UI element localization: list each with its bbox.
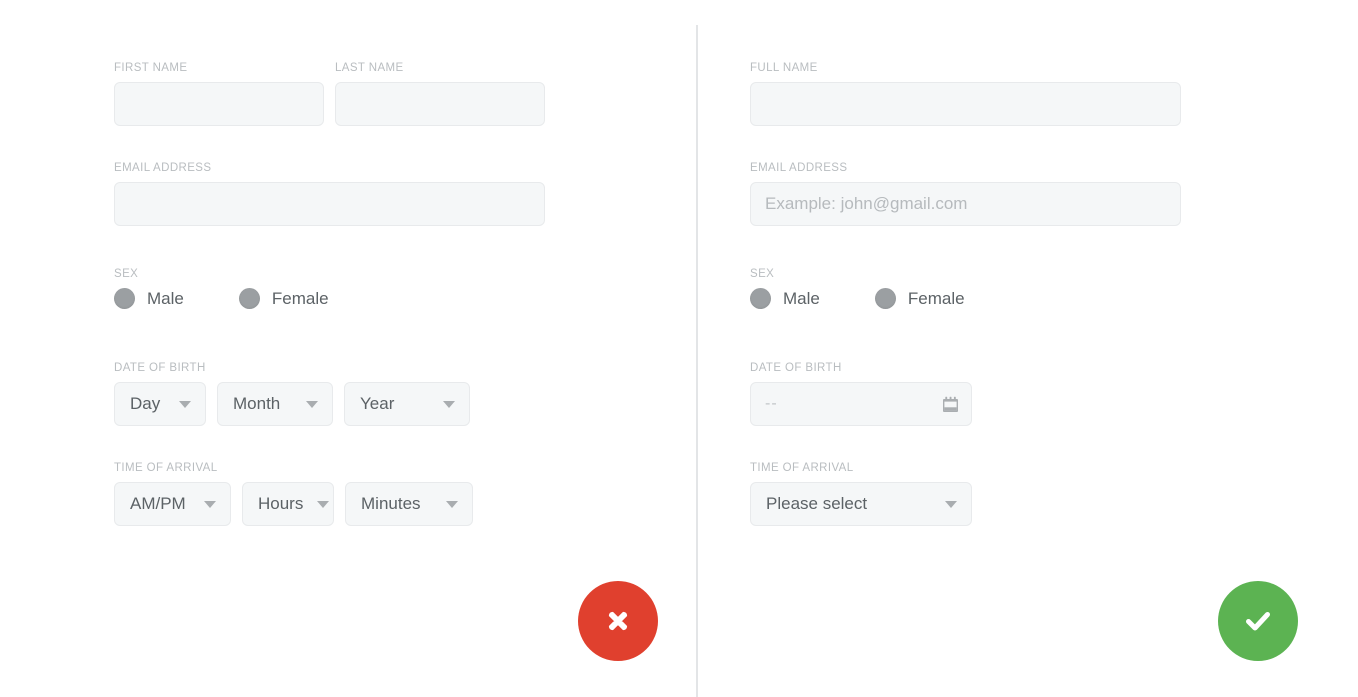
- sex-radio-female-label: Female: [271, 288, 329, 308]
- dob-year-select[interactable]: Year: [344, 382, 470, 426]
- right-email-field: EMAIL ADDRESS: [750, 162, 1181, 226]
- chevron-down-icon: [204, 500, 216, 508]
- dob-placeholder: --: [765, 395, 778, 412]
- arrival-ampm-value: AM/PM: [130, 494, 186, 513]
- form-comparison-stage: FIRST NAME LAST NAME EMAIL ADDRESS SEX M…: [0, 0, 1358, 697]
- arrival-hours-value: Hours: [258, 494, 304, 513]
- sex-radio-male-label: Male: [783, 288, 820, 308]
- sex-radio-group: Male Female: [114, 288, 384, 309]
- right-dob-field: DATE OF BIRTH --: [750, 362, 972, 426]
- right-full-name-field: FULL NAME: [750, 62, 1181, 126]
- dob-month-select[interactable]: Month: [217, 382, 333, 426]
- vertical-divider: [696, 25, 698, 697]
- arrival-hours-select[interactable]: Hours: [242, 482, 334, 526]
- arrival-minutes-value: Minutes: [361, 494, 421, 513]
- chevron-down-icon: [306, 400, 318, 408]
- dob-label: DATE OF BIRTH: [750, 362, 842, 374]
- email-input[interactable]: [114, 182, 545, 226]
- sex-radio-male[interactable]: Male: [114, 288, 184, 309]
- last-name-label: LAST NAME: [335, 62, 404, 74]
- email-label: EMAIL ADDRESS: [750, 162, 848, 174]
- sex-radio-female-label: Female: [907, 288, 965, 308]
- dob-label: DATE OF BIRTH: [114, 362, 206, 374]
- sex-radio-female[interactable]: Female: [238, 288, 329, 309]
- radio-circle-icon: [238, 288, 260, 309]
- sex-label: SEX: [750, 268, 775, 280]
- right-arrival-field: TIME OF ARRIVAL Please select: [750, 462, 972, 526]
- arrival-label: TIME OF ARRIVAL: [114, 462, 218, 474]
- check-icon: [1241, 604, 1275, 638]
- chevron-down-icon: [443, 400, 455, 408]
- left-email-field: EMAIL ADDRESS: [114, 162, 545, 226]
- radio-circle-icon: [114, 288, 135, 309]
- radio-circle-icon: [750, 288, 771, 309]
- first-name-field: FIRST NAME: [114, 62, 324, 126]
- last-name-input[interactable]: [335, 82, 545, 126]
- dob-date-input[interactable]: --: [750, 382, 972, 426]
- calendar-icon: [942, 396, 959, 413]
- arrival-select[interactable]: Please select: [750, 482, 972, 526]
- dob-day-value: Day: [130, 394, 161, 413]
- chevron-down-icon: [317, 500, 330, 508]
- arrival-ampm-select[interactable]: AM/PM: [114, 482, 231, 526]
- first-name-label: FIRST NAME: [114, 62, 188, 74]
- email-label: EMAIL ADDRESS: [114, 162, 212, 174]
- last-name-field: LAST NAME: [335, 62, 545, 126]
- left-arrival-field: TIME OF ARRIVAL AM/PM Hours Minutes: [114, 462, 473, 526]
- chevron-down-icon: [945, 500, 957, 508]
- submit-button[interactable]: [1218, 581, 1298, 661]
- first-name-input[interactable]: [114, 82, 324, 126]
- full-name-input[interactable]: [750, 82, 1181, 126]
- sex-radio-group: Male Female: [750, 288, 1020, 309]
- left-sex-field: SEX Male Female: [114, 268, 384, 309]
- left-name-group: FIRST NAME LAST NAME: [114, 62, 545, 126]
- email-input[interactable]: [750, 182, 1181, 226]
- close-icon: [602, 605, 634, 637]
- arrival-minutes-select[interactable]: Minutes: [345, 482, 473, 526]
- sex-label: SEX: [114, 268, 139, 280]
- full-name-label: FULL NAME: [750, 62, 818, 74]
- sex-radio-female[interactable]: Female: [874, 288, 965, 309]
- dob-selects: Day Month Year: [114, 382, 470, 426]
- dob-year-value: Year: [360, 394, 395, 413]
- arrival-value: Please select: [766, 494, 868, 513]
- right-form-panel: FULL NAME EMAIL ADDRESS SEX Male Female: [750, 0, 1310, 697]
- right-sex-field: SEX Male Female: [750, 268, 1020, 309]
- arrival-label: TIME OF ARRIVAL: [750, 462, 854, 474]
- arrival-selects: AM/PM Hours Minutes: [114, 482, 473, 526]
- chevron-down-icon: [446, 500, 458, 508]
- cancel-button[interactable]: [578, 581, 658, 661]
- dob-day-select[interactable]: Day: [114, 382, 206, 426]
- sex-radio-male-label: Male: [147, 288, 184, 308]
- radio-circle-icon: [874, 288, 896, 309]
- chevron-down-icon: [179, 400, 191, 408]
- left-dob-field: DATE OF BIRTH Day Month Year: [114, 362, 470, 426]
- dob-month-value: Month: [233, 394, 281, 413]
- sex-radio-male[interactable]: Male: [750, 288, 820, 309]
